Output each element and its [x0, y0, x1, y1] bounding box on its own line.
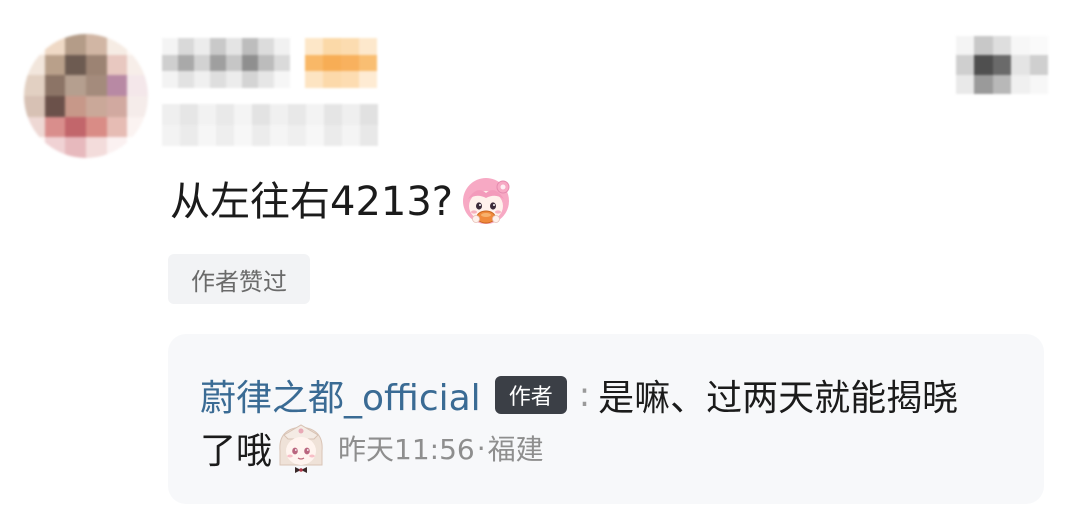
author-liked-tag: 作者赞过 — [168, 254, 310, 304]
comment-screen: 从左往右4213? 作者赞过 蔚律之都_official 作者: 是嘛、过两天… — [0, 0, 1080, 526]
comment-text: 从左往右4213? — [170, 172, 513, 232]
beige-hair-girl-sticker-icon — [279, 424, 323, 473]
reply-colon: : — [578, 375, 591, 415]
comment-body: 从左往右4213? — [170, 179, 454, 225]
avatar[interactable] — [24, 34, 148, 158]
level-badge-redacted — [305, 38, 377, 88]
reply-text-line-1: 是嘛、过两天就能揭晓 — [598, 378, 959, 419]
reply-location: 福建 — [487, 433, 544, 466]
reply-text-line-2: 了哦 — [200, 431, 273, 472]
like-button-redacted[interactable] — [956, 36, 1048, 94]
reply-time: 昨天11:56 — [338, 433, 475, 466]
pink-hair-girl-sticker-icon — [463, 178, 510, 224]
post-meta-redacted — [162, 104, 378, 146]
author-badge: 作者 — [494, 376, 567, 414]
reply-line-1: 蔚律之都_official 作者 : 是嘛、过两天就能揭晓 — [200, 366, 958, 424]
reply-meta-separator: · — [476, 431, 486, 465]
username-redacted[interactable] — [162, 38, 290, 88]
reply-username[interactable]: 蔚律之都_official — [200, 369, 481, 421]
reply-line-2: 了哦 昨天11:56 · 福建 — [200, 422, 544, 474]
reply-card[interactable]: 蔚律之都_official 作者 : 是嘛、过两天就能揭晓 了哦 昨天11:56… — [168, 334, 1044, 504]
